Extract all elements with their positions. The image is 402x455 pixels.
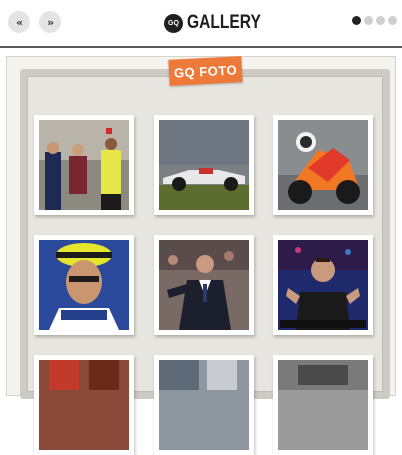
previous-button[interactable]: « xyxy=(8,11,30,33)
thumbnail-photo xyxy=(39,240,129,330)
thumbnail-photo xyxy=(39,360,129,450)
scroll-left-arrow-icon[interactable]: ‹ xyxy=(24,160,30,174)
page-title: GALLERY xyxy=(187,12,261,33)
gallery-thumbnail-9[interactable] xyxy=(273,355,373,455)
gallery-thumbnail-4[interactable] xyxy=(34,235,134,335)
double-chevron-left-icon: « xyxy=(15,15,23,29)
gallery-thumbnail-2[interactable] xyxy=(154,115,254,215)
thumbnail-photo xyxy=(278,240,368,330)
page-dot-3[interactable] xyxy=(376,16,385,25)
gallery-thumbnail-1[interactable] xyxy=(34,115,134,215)
gallery-header: « » GQ GALLERY xyxy=(0,0,402,46)
thumbnail-photo xyxy=(278,360,368,450)
thumbnail-photo xyxy=(278,120,368,210)
page-indicator xyxy=(352,16,397,25)
header-divider xyxy=(0,46,402,48)
gallery-thumbnail-7[interactable] xyxy=(34,355,134,455)
gallery-thumbnail-3[interactable] xyxy=(273,115,373,215)
page-dot-2[interactable] xyxy=(364,16,373,25)
scroll-right-arrow-icon[interactable]: › xyxy=(383,160,389,174)
page-dot-1[interactable] xyxy=(352,16,361,25)
gallery-thumbnail-5[interactable] xyxy=(154,235,254,335)
thumbnail-photo xyxy=(159,360,249,450)
gallery-tag: GQ FOTO xyxy=(168,56,243,86)
thumbnail-photo xyxy=(39,120,129,210)
next-button[interactable]: » xyxy=(39,11,61,33)
double-chevron-right-icon: » xyxy=(46,15,54,29)
gallery-thumbnail-6[interactable] xyxy=(273,235,373,335)
brand: GQ GALLERY xyxy=(164,10,277,36)
page-dot-4[interactable] xyxy=(388,16,397,25)
thumbnail-photo xyxy=(159,240,249,330)
gq-logo-icon: GQ xyxy=(164,13,183,33)
gallery-thumbnail-8[interactable] xyxy=(154,355,254,455)
thumbnail-photo xyxy=(159,120,249,210)
